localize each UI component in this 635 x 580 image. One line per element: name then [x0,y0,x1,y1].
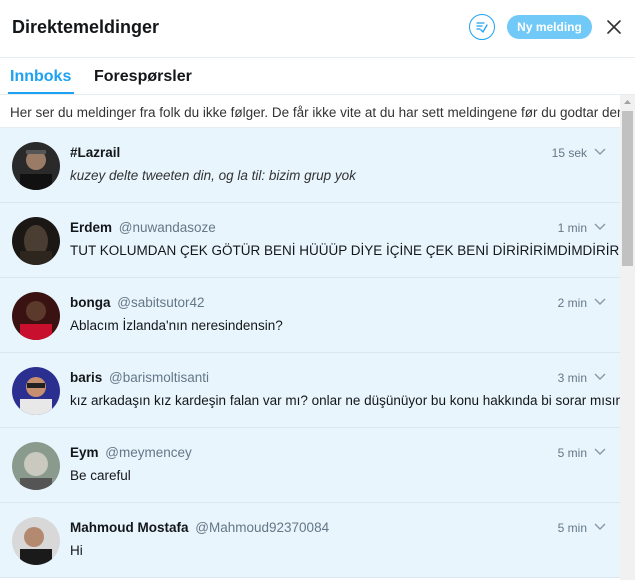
scrollbar-thumb[interactable] [622,111,633,266]
requests-notice: Her ser du meldinger fra folk du ikke fø… [0,95,620,128]
message-preview: Be careful [70,468,131,483]
timestamp: 3 min [557,371,587,385]
sender-handle: @meymencey [105,445,192,460]
close-button[interactable] [605,18,623,36]
conversation-item[interactable]: baris @barismoltisanti kız arkadaşın kız… [0,353,624,428]
chevron-down-icon[interactable] [594,147,606,157]
sender-name[interactable]: Mahmoud Mostafa [70,520,189,535]
avatar[interactable] [12,517,60,565]
conversation-header: #Lazrail [70,145,123,160]
avatar[interactable] [12,142,60,190]
checkmark-icon [476,22,488,34]
timestamp: 15 sek [551,146,587,160]
conversation-item[interactable]: Erdem @nuwandasoze TUT KOLUMDAN ÇEK GÖTÜ… [0,203,635,278]
timestamp: 5 min [557,446,587,460]
message-preview: kuzey delte tweeten din, og la til: bizi… [70,168,356,183]
message-preview: kız arkadaşın kız kardeşin falan var mı?… [70,393,624,408]
close-icon [607,20,621,34]
conversation-list: #Lazrail kuzey delte tweeten din, og la … [0,128,635,578]
conversation-item[interactable]: #Lazrail kuzey delte tweeten din, og la … [0,128,620,203]
page-title: Direktemeldinger [12,17,160,37]
chevron-down-icon[interactable] [594,372,606,382]
new-message-button[interactable]: Ny melding [507,15,592,39]
sender-handle: @Mahmoud92370084 [195,520,330,535]
avatar[interactable] [12,442,60,490]
conversation-header: Eym @meymencey [70,445,192,460]
avatar[interactable] [12,292,60,340]
avatar[interactable] [12,367,60,415]
conversation-item[interactable]: bonga @sabitsutor42 Ablacım İzlanda'nın … [0,278,620,353]
scrollbar[interactable] [620,95,635,580]
tab-bar: Innboks Forespørsler [0,58,635,95]
timestamp: 5 min [557,521,587,535]
sender-handle: @nuwandasoze [118,220,216,235]
conversation-item[interactable]: Eym @meymencey Be careful 5 min [0,428,620,503]
sender-name[interactable]: #Lazrail [70,145,120,160]
conversation-header: Erdem @nuwandasoze [70,220,216,235]
chevron-down-icon[interactable] [594,297,606,307]
tab-inbox[interactable]: Innboks [10,68,71,86]
avatar[interactable] [12,217,60,265]
sender-name[interactable]: Eym [70,445,99,460]
message-preview: Hi [70,543,83,558]
message-preview: TUT KOLUMDAN ÇEK GÖTÜR BENİ HÜÜÜP DİYE İ… [70,243,635,258]
sender-handle: @sabitsutor42 [117,295,205,310]
mark-all-read-button[interactable] [469,14,495,40]
sender-name[interactable]: baris [70,370,102,385]
dm-header: Direktemeldinger Ny melding [0,0,635,58]
sender-name[interactable]: Erdem [70,220,112,235]
sender-name[interactable]: bonga [70,295,111,310]
chevron-down-icon[interactable] [594,447,606,457]
sender-handle: @barismoltisanti [109,370,210,385]
timestamp: 1 min [557,221,587,235]
active-tab-indicator [8,92,74,94]
conversation-header: baris @barismoltisanti [70,370,209,385]
conversation-header: Mahmoud Mostafa @Mahmoud92370084 [70,520,329,535]
chevron-down-icon[interactable] [594,522,606,532]
chevron-down-icon[interactable] [594,222,606,232]
message-preview: Ablacım İzlanda'nın neresindensin? [70,318,283,333]
scroll-up-icon[interactable] [620,95,635,109]
conversation-header: bonga @sabitsutor42 [70,295,205,310]
tab-requests[interactable]: Forespørsler [94,68,192,86]
conversation-item[interactable]: Mahmoud Mostafa @Mahmoud92370084 Hi 5 mi… [0,503,620,578]
timestamp: 2 min [557,296,587,310]
